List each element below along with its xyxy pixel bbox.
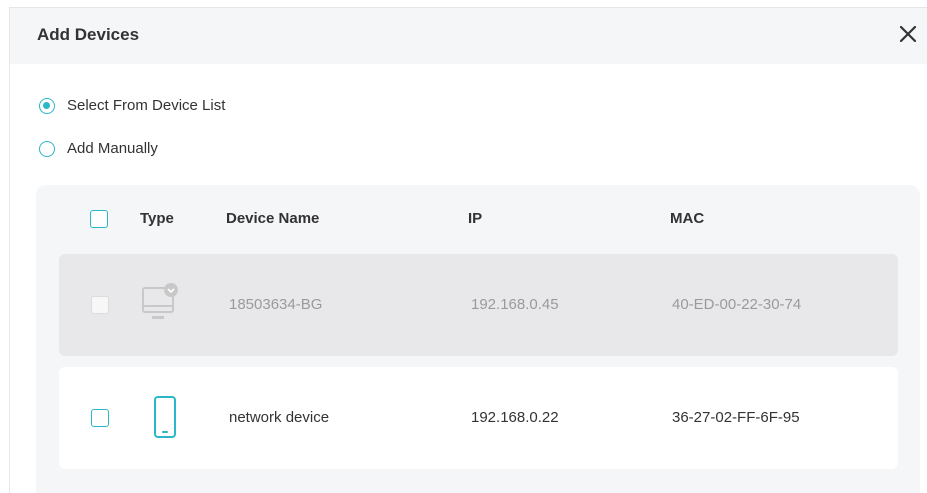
device-name: network device	[229, 409, 330, 426]
radio-button[interactable]	[39, 140, 55, 157]
column-header-device-name: Device Name	[226, 210, 320, 227]
close-icon[interactable]	[895, 21, 921, 47]
radio-select-from-list[interactable]: Select From Device List	[39, 97, 225, 114]
phone-icon	[154, 396, 176, 438]
radio-add-manually[interactable]: Add Manually	[39, 140, 158, 157]
table-row[interactable]: network device 192.168.0.22 36-27-02-FF-…	[59, 367, 898, 469]
radio-label: Add Manually	[67, 140, 158, 157]
row-checkbox[interactable]	[91, 409, 109, 427]
radio-label: Select From Device List	[67, 97, 226, 114]
radio-button-checked[interactable]	[39, 97, 55, 114]
desktop-icon	[142, 283, 178, 319]
table-row: 18503634-BG 192.168.0.45 40-ED-00-22-30-…	[59, 254, 898, 356]
device-ip: 192.168.0.45	[471, 296, 559, 313]
column-header-mac: MAC	[670, 210, 705, 227]
row-checkbox	[91, 296, 109, 314]
device-name: 18503634-BG	[229, 296, 323, 313]
column-header-type: Type	[140, 210, 174, 227]
dialog-header: Add Devices	[10, 8, 927, 64]
dialog-title: Add Devices	[37, 25, 140, 44]
select-all-checkbox[interactable]	[90, 210, 108, 228]
column-header-ip: IP	[468, 210, 483, 227]
device-mac: 36-27-02-FF-6F-95	[672, 409, 800, 426]
device-mac: 40-ED-00-22-30-74	[672, 296, 802, 313]
device-ip: 192.168.0.22	[471, 409, 559, 426]
add-devices-dialog: Add Devices Select From Device List Add …	[9, 7, 927, 493]
